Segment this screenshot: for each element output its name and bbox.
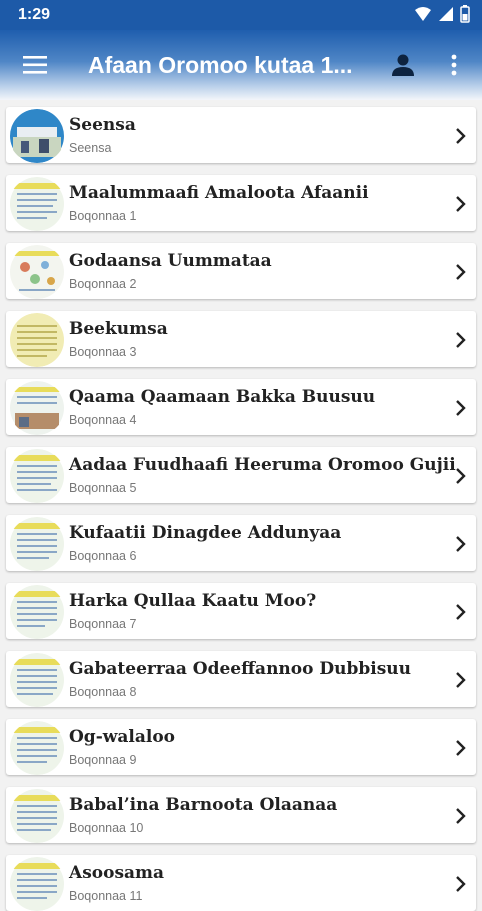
- chapter-thumbnail: [10, 245, 64, 299]
- chapter-thumbnail: [10, 313, 64, 367]
- chapter-item[interactable]: Beekumsa Boqonnaa 3: [6, 311, 476, 367]
- battery-icon: [460, 5, 470, 23]
- chapter-item[interactable]: Og-walaloo Boqonnaa 9: [6, 719, 476, 775]
- hamburger-icon[interactable]: [20, 52, 50, 78]
- chapter-item[interactable]: Babal’ina Barnoota Olaanaa Boqonnaa 10: [6, 787, 476, 843]
- chapter-thumbnail: [10, 177, 64, 231]
- signal-icon: [439, 7, 453, 21]
- chapter-item[interactable]: Godaansa Uummataa Boqonnaa 2: [6, 243, 476, 299]
- chapter-thumbnail: [10, 721, 64, 775]
- chapter-item[interactable]: Maalummaafi Amaloota Afaanii Boqonnaa 1: [6, 175, 476, 231]
- chapter-subtitle: Boqonnaa 7: [69, 617, 137, 631]
- chapter-thumbnail: [10, 381, 64, 435]
- status-bar: 1:29: [0, 0, 482, 30]
- chapter-item[interactable]: Asoosama Boqonnaa 11: [6, 855, 476, 911]
- chapter-thumbnail: [10, 857, 64, 911]
- chapter-thumbnail: [10, 517, 64, 571]
- chapter-subtitle: Boqonnaa 9: [69, 753, 137, 767]
- chapter-title: Aadaa Fuudhaafi Heeruma Oromoo Gujii: [69, 455, 456, 475]
- chapter-thumbnail: [10, 449, 64, 503]
- chapter-title: Kufaatii Dinagdee Addunyaa: [69, 523, 342, 543]
- chapter-subtitle: Boqonnaa 1: [69, 209, 137, 223]
- chapter-thumbnail: [10, 109, 64, 163]
- chapter-subtitle: Boqonnaa 11: [69, 889, 143, 903]
- chevron-right-icon: [456, 264, 466, 280]
- chapter-item[interactable]: Harka Qullaa Kaatu Moo? Boqonnaa 7: [6, 583, 476, 639]
- chevron-right-icon: [456, 400, 466, 416]
- chevron-right-icon: [456, 128, 466, 144]
- chapter-title: Seensa: [69, 115, 136, 135]
- chapter-subtitle: Boqonnaa 8: [69, 685, 137, 699]
- chevron-right-icon: [456, 876, 466, 892]
- chapter-title: Beekumsa: [69, 319, 168, 339]
- chapter-title: Godaansa Uummataa: [69, 251, 272, 271]
- app-bar: Afaan Oromoo kutaa 1...: [0, 30, 482, 100]
- chapter-item[interactable]: Seensa Seensa: [6, 107, 476, 163]
- chapter-subtitle: Boqonnaa 2: [69, 277, 137, 291]
- chapter-item[interactable]: Qaama Qaamaan Bakka Buusuu Boqonnaa 4: [6, 379, 476, 435]
- chapter-subtitle: Boqonnaa 5: [69, 481, 137, 495]
- chapter-item[interactable]: Kufaatii Dinagdee Addunyaa Boqonnaa 6: [6, 515, 476, 571]
- chevron-right-icon: [456, 672, 466, 688]
- chevron-right-icon: [456, 808, 466, 824]
- chevron-right-icon: [456, 536, 466, 552]
- status-icons: [414, 5, 470, 23]
- chapter-item[interactable]: Aadaa Fuudhaafi Heeruma Oromoo Gujii Boq…: [6, 447, 476, 503]
- account-icon[interactable]: [388, 50, 418, 80]
- more-vert-icon[interactable]: [444, 50, 464, 80]
- chapter-title: Harka Qullaa Kaatu Moo?: [69, 591, 317, 611]
- chevron-right-icon: [456, 740, 466, 756]
- chapter-subtitle: Seensa: [69, 141, 112, 155]
- chevron-right-icon: [456, 196, 466, 212]
- chapter-thumbnail: [10, 585, 64, 639]
- app-title: Afaan Oromoo kutaa 1...: [88, 52, 353, 78]
- chapter-title: Gabateerraa Odeeffannoo Dubbisuu: [69, 659, 412, 679]
- chapter-subtitle: Boqonnaa 3: [69, 345, 137, 359]
- status-time: 1:29: [18, 6, 51, 23]
- chapter-title: Maalummaafi Amaloota Afaanii: [69, 183, 369, 203]
- chapter-title: Qaama Qaamaan Bakka Buusuu: [69, 387, 376, 407]
- chevron-right-icon: [456, 604, 466, 620]
- chapter-subtitle: Boqonnaa 6: [69, 549, 137, 563]
- chapter-thumbnail: [10, 653, 64, 707]
- chevron-right-icon: [456, 468, 466, 484]
- chapter-item[interactable]: Gabateerraa Odeeffannoo Dubbisuu Boqonna…: [6, 651, 476, 707]
- chapter-subtitle: Boqonnaa 10: [69, 821, 144, 835]
- chapter-subtitle: Boqonnaa 4: [69, 413, 137, 427]
- wifi-icon: [415, 7, 431, 21]
- chapter-title: Babal’ina Barnoota Olaanaa: [69, 795, 338, 815]
- chevron-right-icon: [456, 332, 466, 348]
- chapter-thumbnail: [10, 789, 64, 843]
- chapter-title: Asoosama: [69, 863, 165, 883]
- chapter-title: Og-walaloo: [69, 727, 176, 747]
